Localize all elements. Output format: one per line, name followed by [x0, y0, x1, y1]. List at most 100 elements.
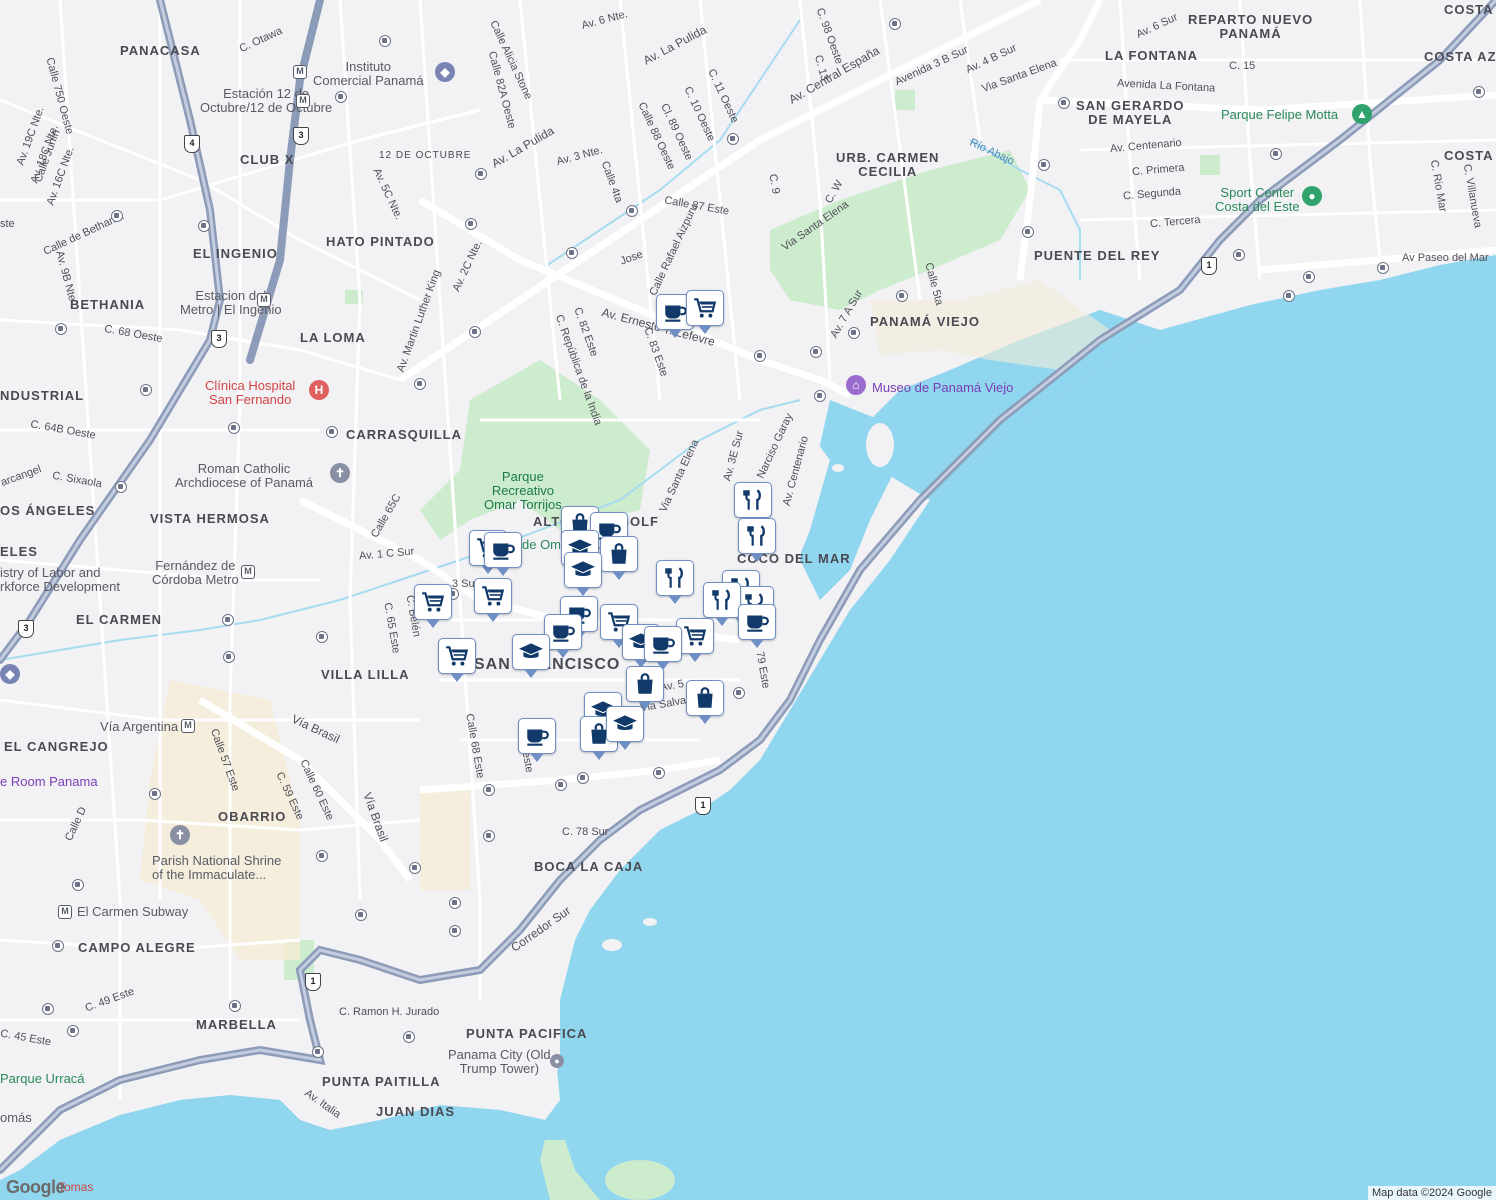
place-pin-cart[interactable] [474, 578, 512, 622]
bus-stop-icon[interactable] [483, 784, 495, 796]
bus-stop-icon[interactable] [810, 346, 822, 358]
bus-stop-icon[interactable] [626, 205, 638, 217]
bus-stop-icon[interactable] [229, 1000, 241, 1012]
bus-stop-icon[interactable] [814, 390, 826, 402]
church-marker-icon[interactable]: ✝ [330, 463, 350, 483]
building-marker-icon[interactable]: ● [550, 1054, 564, 1068]
poi-museo-panama-viejo[interactable]: Museo de Panamá Viejo [872, 381, 1013, 395]
metro-station-icon[interactable]: M [293, 65, 307, 79]
metro-station-icon[interactable]: M [296, 94, 310, 108]
museum-marker-icon[interactable]: ⌂ [846, 375, 866, 395]
bus-stop-icon[interactable] [312, 1046, 324, 1058]
poi-el-carmen-subway[interactable]: El Carmen Subway [77, 905, 188, 919]
bus-stop-icon[interactable] [727, 133, 739, 145]
place-pin-coffee[interactable] [738, 604, 776, 648]
place-pin-school[interactable] [564, 552, 602, 596]
poi-panama-city-trump[interactable]: Panama City (Old Trump Tower) [448, 1048, 551, 1076]
place-pin-school[interactable] [512, 634, 550, 678]
bus-stop-icon[interactable] [449, 925, 461, 937]
bus-stop-icon[interactable] [1303, 271, 1315, 283]
place-pin-restaurant[interactable] [656, 560, 694, 604]
place-pin-coffee[interactable] [484, 532, 522, 576]
metro-station-icon[interactable]: M [181, 719, 195, 733]
bus-stop-icon[interactable] [754, 350, 766, 362]
bus-stop-icon[interactable] [72, 879, 84, 891]
place-pin-cart[interactable] [686, 290, 724, 334]
bus-stop-icon[interactable] [140, 384, 152, 396]
bus-stop-icon[interactable] [409, 862, 421, 874]
metro-station-icon[interactable]: M [58, 905, 72, 919]
bus-stop-icon[interactable] [566, 247, 578, 259]
bus-stop-icon[interactable] [469, 326, 481, 338]
place-pin-restaurant[interactable] [703, 582, 741, 626]
sport-marker-icon[interactable]: ● [1302, 186, 1322, 206]
bus-stop-icon[interactable] [115, 481, 127, 493]
bus-stop-icon[interactable] [52, 940, 64, 952]
bus-stop-icon[interactable] [1473, 86, 1485, 98]
place-pin-cart[interactable] [438, 638, 476, 682]
bus-stop-icon[interactable] [1377, 262, 1389, 274]
bus-stop-icon[interactable] [475, 168, 487, 180]
bus-stop-icon[interactable] [889, 18, 901, 30]
place-pin-bag[interactable] [600, 536, 638, 580]
bus-stop-icon[interactable] [223, 651, 235, 663]
bus-stop-icon[interactable] [228, 422, 240, 434]
bus-stop-icon[interactable] [1058, 97, 1070, 109]
metro-station-icon[interactable]: M [241, 565, 255, 579]
poi-sport-center[interactable]: Sport Center Costa del Este [1215, 186, 1300, 214]
poi-parque-urraca[interactable]: Parque Urracá [0, 1072, 85, 1086]
bus-stop-icon[interactable] [1283, 290, 1295, 302]
poi-instituto-comercial[interactable]: Instituto Comercial Panamá [313, 60, 424, 88]
poi-parque-felipe-motta[interactable]: Parque Felipe Motta [1221, 108, 1338, 122]
bus-stop-icon[interactable] [555, 779, 567, 791]
bus-stop-icon[interactable] [316, 850, 328, 862]
bus-stop-icon[interactable] [222, 614, 234, 626]
map-attribution[interactable]: Map data ©2024 Google [1367, 1186, 1496, 1200]
bus-stop-icon[interactable] [896, 290, 908, 302]
place-pin-school[interactable] [606, 706, 644, 750]
place-pin-bag[interactable] [686, 680, 724, 724]
place-pin-coffee[interactable] [518, 718, 556, 762]
poi-ministry-labor[interactable]: istry of Labor and rkforce Development [0, 566, 120, 594]
bus-stop-icon[interactable] [316, 631, 328, 643]
bus-stop-icon[interactable] [577, 772, 589, 784]
bus-stop-icon[interactable] [1270, 148, 1282, 160]
poi-clinica-san-fernando[interactable]: Clínica Hospital San Fernando [205, 379, 295, 407]
poi-parque-omar-torrijos[interactable]: Parque Recreativo Omar Torrijos [484, 470, 562, 512]
bus-stop-icon[interactable] [1038, 159, 1050, 171]
bus-stop-icon[interactable] [149, 788, 161, 800]
bus-stop-icon[interactable] [733, 687, 745, 699]
place-pin-coffee[interactable] [644, 626, 682, 670]
bus-stop-icon[interactable] [848, 327, 860, 339]
bus-stop-icon[interactable] [483, 830, 495, 842]
place-pin-cart[interactable] [414, 584, 452, 628]
bus-stop-icon[interactable] [653, 767, 665, 779]
bus-stop-icon[interactable] [42, 1003, 54, 1015]
metro-station-icon[interactable]: M [257, 293, 271, 307]
bus-stop-icon[interactable] [1233, 249, 1245, 261]
bus-stop-icon[interactable] [403, 1031, 415, 1043]
place-pin-restaurant[interactable] [738, 518, 776, 562]
poi-estacion-12-octubre[interactable]: Estación 12 de Octubre/12 de Octubre [200, 87, 332, 115]
bus-stop-icon[interactable] [449, 897, 461, 909]
bus-stop-icon[interactable] [67, 1025, 79, 1037]
bus-stop-icon[interactable] [55, 323, 67, 335]
poi-fernandez-cordoba[interactable]: Fernández de Córdoba Metro [152, 559, 239, 587]
place-pin-bag[interactable] [626, 666, 664, 710]
church-marker-icon-2[interactable]: ✝ [170, 825, 190, 845]
bus-stop-icon[interactable] [465, 218, 477, 230]
poi-omas[interactable]: omás [0, 1111, 32, 1125]
bus-stop-icon[interactable] [335, 91, 347, 103]
poi-via-argentina[interactable]: Vía Argentina [100, 720, 178, 734]
park-marker-icon[interactable]: ▲ [1352, 104, 1372, 124]
poi-roman-catholic[interactable]: Roman Catholic Archdiocese of Panamá [175, 462, 313, 490]
bus-stop-icon[interactable] [414, 378, 426, 390]
bus-stop-icon[interactable] [198, 220, 210, 232]
school-marker-icon[interactable]: ◆ [435, 62, 455, 82]
poi-parish-shrine[interactable]: Parish National Shrine of the Immaculate… [152, 854, 281, 882]
bus-stop-icon[interactable] [355, 909, 367, 921]
bus-stop-icon[interactable] [1022, 226, 1034, 238]
school-marker-icon-2[interactable]: ◆ [0, 664, 20, 684]
place-pin-restaurant[interactable] [734, 482, 772, 526]
map-canvas[interactable]: PANACASA CLUB X HATO PINTADO EL INGENIO … [0, 0, 1496, 1200]
